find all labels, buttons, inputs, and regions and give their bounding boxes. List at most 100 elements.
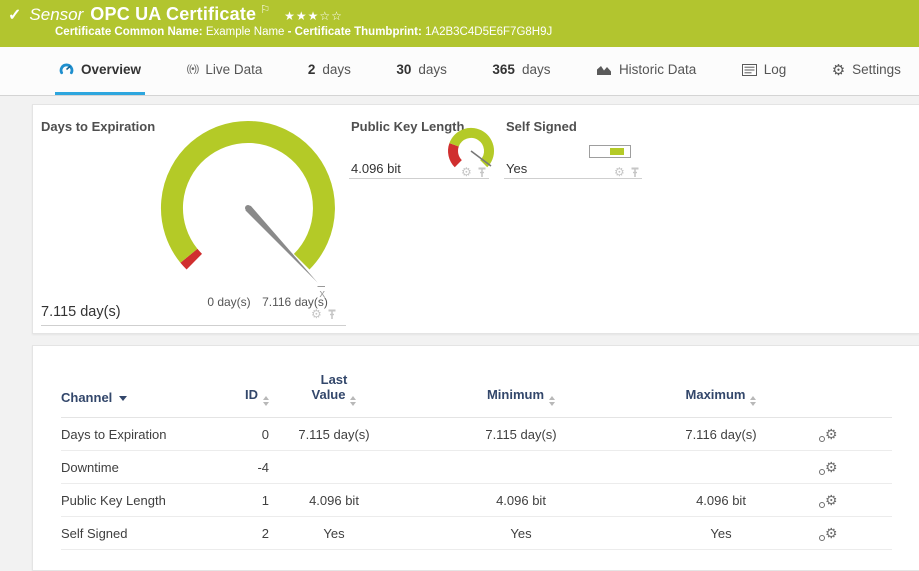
channel-gear-icon[interactable]: ⚙	[461, 166, 472, 178]
days-to-expiration-gauge: x	[153, 118, 343, 308]
channel-gear-icon[interactable]: ⚙	[614, 166, 625, 178]
tab-settings[interactable]: ⚙ Settings	[828, 47, 905, 95]
tab-live-data-label: Live Data	[205, 62, 262, 77]
sensor-name: OPC UA Certificate	[90, 4, 256, 25]
pin-icon[interactable]	[477, 167, 487, 178]
stars-empty[interactable]: ☆☆	[319, 9, 343, 23]
edit-channel-icon[interactable]: ⚙	[825, 426, 838, 443]
area-chart-icon	[596, 63, 612, 76]
channel-last-value: Yes	[269, 517, 399, 550]
self-signed-value: Yes	[506, 161, 527, 176]
channel-table-panel: Channel ID Last Value Minimum Maximum	[32, 345, 919, 571]
cell-divider	[41, 325, 346, 326]
channel-name[interactable]: Self Signed	[61, 517, 209, 550]
channel-gear-icon[interactable]: ⚙	[311, 308, 322, 320]
tab-2-days-number: 2	[308, 62, 316, 77]
column-header-last-label: Last	[269, 372, 399, 387]
sensor-header: ✓ Sensor OPC UA Certificate ⚐ ★★★☆☆ Cert…	[0, 0, 919, 47]
status-ok-check-icon: ✓	[8, 5, 21, 25]
channel-maximum: 7.116 day(s)	[643, 418, 799, 451]
gauge-max-label: 7.116 day(s)	[253, 295, 337, 309]
channel-last-value: 7.115 day(s)	[269, 418, 399, 451]
thumbprint-value: 1A2B3C4D5E6F7G8H9J	[425, 26, 552, 38]
tab-365-days[interactable]: 365 days	[488, 47, 554, 95]
gauge-cell-actions: ⚙	[461, 166, 487, 178]
table-row-public-key-length: Public Key Length 1 4.096 bit 4.096 bit …	[61, 484, 892, 517]
channel-minimum: 4.096 bit	[399, 484, 643, 517]
column-header-channel[interactable]: Channel	[61, 372, 209, 418]
channel-id: 0	[209, 418, 269, 451]
column-header-last-value[interactable]: Last Value	[269, 372, 399, 418]
tab-overview[interactable]: Overview	[55, 47, 145, 95]
thumbprint-label: - Certificate Thumbprint:	[288, 26, 422, 38]
channel-minimum	[399, 451, 643, 484]
priority-stars[interactable]: ★★★☆☆	[284, 9, 343, 23]
self-signed-indicator	[589, 145, 631, 158]
column-header-maximum[interactable]: Maximum	[643, 372, 799, 418]
column-header-id[interactable]: ID	[209, 372, 269, 418]
column-header-value-label: Value	[312, 387, 346, 402]
common-name-label: Certificate Common Name:	[55, 26, 203, 38]
channel-minimum: Yes	[399, 517, 643, 550]
channel-table: Channel ID Last Value Minimum Maximum	[61, 372, 892, 550]
pin-icon[interactable]	[630, 167, 640, 178]
tab-30-days-number: 30	[396, 62, 411, 77]
cell-divider	[349, 178, 489, 179]
channel-id: 1	[209, 484, 269, 517]
days-to-expiration-value: 7.115 day(s)	[41, 304, 121, 320]
tab-historic-data[interactable]: Historic Data	[592, 47, 700, 95]
gear-icon: ⚙	[832, 61, 845, 79]
tab-365-days-label: days	[522, 62, 551, 77]
sort-icon	[350, 396, 356, 406]
channel-name[interactable]: Days to Expiration	[61, 418, 209, 451]
tab-overview-label: Overview	[81, 62, 141, 77]
self-signed-indicator-knob	[610, 148, 624, 155]
sensor-type-label: Sensor	[29, 5, 83, 25]
tab-log-label: Log	[764, 62, 787, 77]
tab-30-days-label: days	[418, 62, 447, 77]
table-row-days-to-expiration: Days to Expiration 0 7.115 day(s) 7.115 …	[61, 418, 892, 451]
sensor-tabbar: Overview ((•)) Live Data 2 days 30 days …	[0, 47, 919, 96]
channel-maximum	[643, 451, 799, 484]
channel-name[interactable]: Public Key Length	[61, 484, 209, 517]
common-name-value: Example Name	[206, 26, 285, 38]
tab-log[interactable]: Log	[738, 47, 791, 95]
broadcast-icon: ((•))	[187, 64, 199, 75]
sort-desc-icon	[119, 396, 127, 401]
channel-last-value: 4.096 bit	[269, 484, 399, 517]
sort-icon	[549, 396, 555, 406]
column-header-minimum-label: Minimum	[487, 387, 544, 402]
tab-2-days-label: days	[322, 62, 351, 77]
tab-live-data[interactable]: ((•)) Live Data	[183, 47, 267, 95]
edit-channel-icon[interactable]: ⚙	[825, 492, 838, 509]
gauge-icon	[59, 62, 74, 77]
tab-historic-data-label: Historic Data	[619, 62, 696, 77]
channel-minimum: 7.115 day(s)	[399, 418, 643, 451]
tab-30-days[interactable]: 30 days	[392, 47, 451, 95]
pin-icon[interactable]	[327, 309, 337, 320]
column-header-channel-label: Channel	[61, 390, 112, 405]
tab-2-days[interactable]: 2 days	[304, 47, 355, 95]
stars-filled[interactable]: ★★★	[284, 9, 319, 23]
gauge-cell-actions: ⚙	[614, 166, 640, 178]
table-row-self-signed: Self Signed 2 Yes Yes Yes ⚙	[61, 517, 892, 550]
gauge-cell-actions: ⚙	[311, 308, 337, 320]
edit-channel-icon[interactable]: ⚙	[825, 525, 838, 542]
gauges-panel: Days to Expiration x 0 day(s) 7.116 day(…	[32, 104, 919, 334]
sensor-title-row: ✓ Sensor OPC UA Certificate ⚐ ★★★☆☆	[0, 0, 919, 25]
edit-channel-icon[interactable]: ⚙	[825, 459, 838, 476]
sort-icon	[750, 396, 756, 406]
public-key-length-value: 4.096 bit	[351, 161, 401, 176]
channel-maximum: Yes	[643, 517, 799, 550]
gauge-days-to-expiration-title: Days to Expiration	[41, 119, 155, 134]
flag-icon[interactable]: ⚐	[260, 3, 270, 16]
channel-id: 2	[209, 517, 269, 550]
channel-last-value	[269, 451, 399, 484]
tab-365-days-number: 365	[492, 62, 515, 77]
channel-name[interactable]: Downtime	[61, 451, 209, 484]
column-header-minimum[interactable]: Minimum	[399, 372, 643, 418]
column-header-maximum-label: Maximum	[686, 387, 746, 402]
table-row-downtime: Downtime -4 ⚙	[61, 451, 892, 484]
sort-icon	[263, 396, 269, 406]
channel-id: -4	[209, 451, 269, 484]
